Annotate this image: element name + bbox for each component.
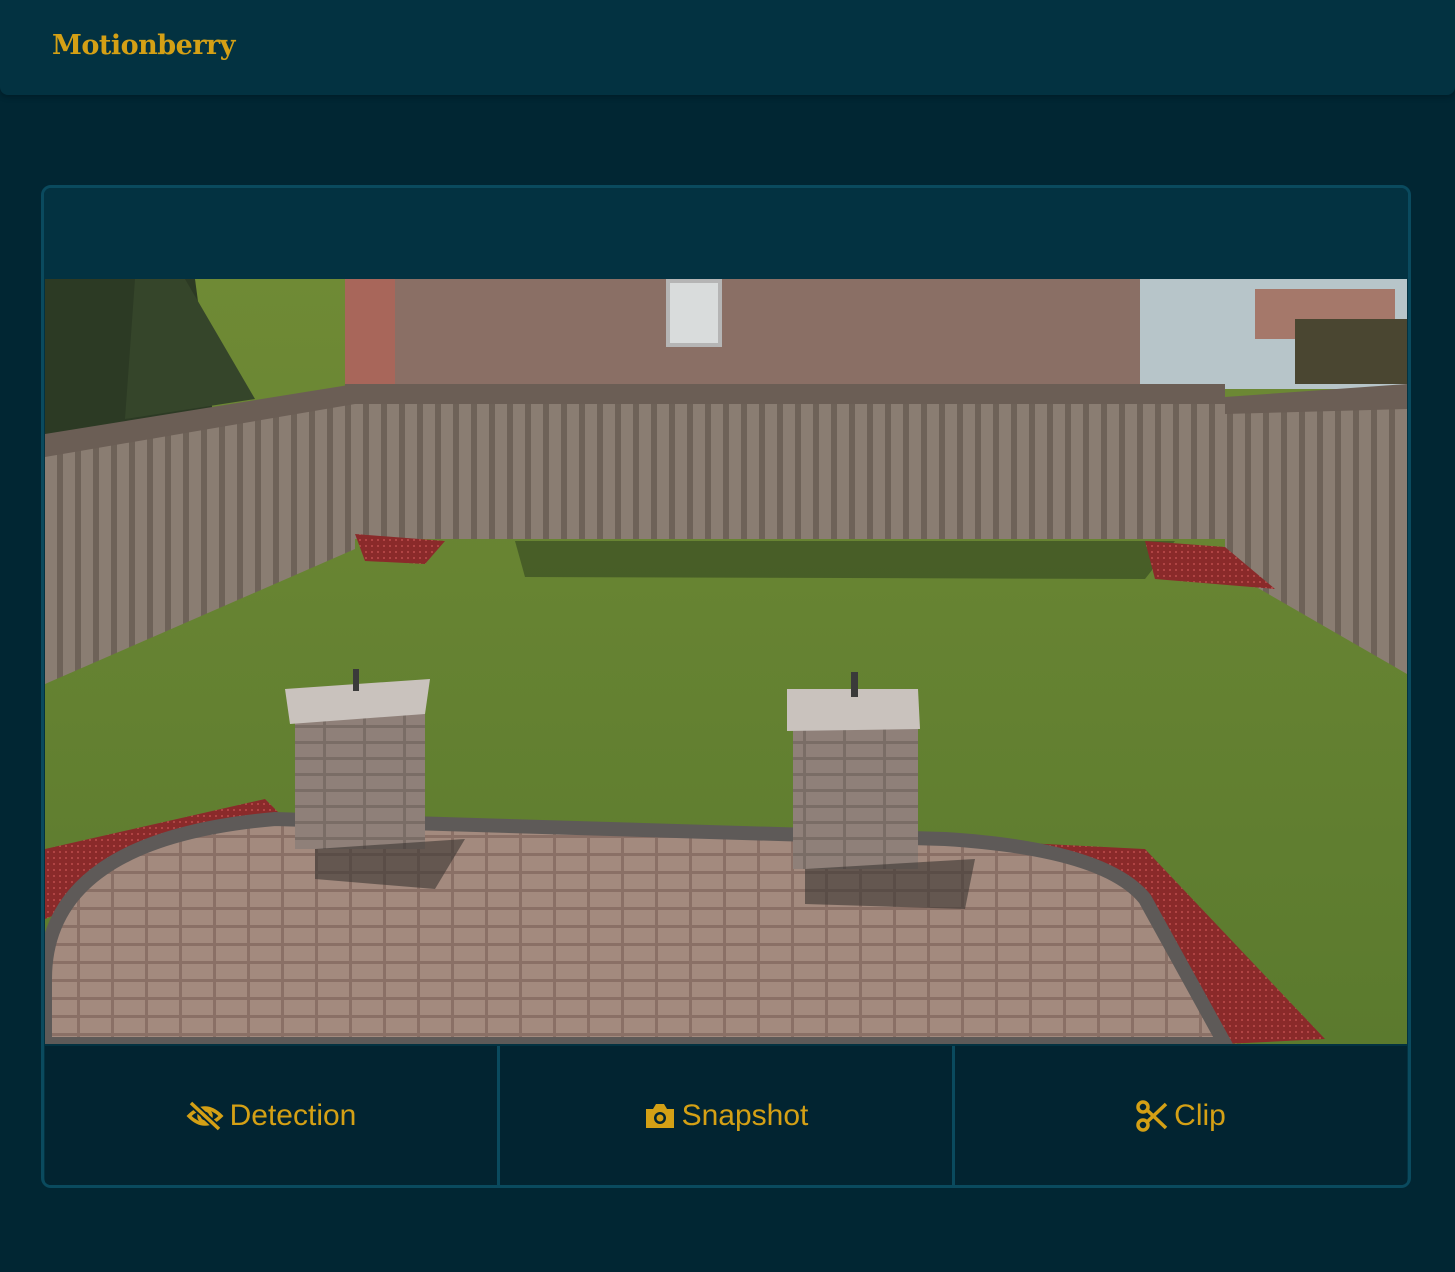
snapshot-button[interactable]: Snapshot — [500, 1046, 955, 1185]
clip-button[interactable]: Clip — [955, 1046, 1407, 1185]
snapshot-button-label: Snapshot — [681, 1098, 809, 1132]
camera-stream — [45, 279, 1407, 1044]
scissors-icon — [1136, 1099, 1168, 1132]
camera-actions: Detection Snapshot Clip — [45, 1046, 1407, 1185]
brand-logo[interactable]: Motionberry — [52, 30, 235, 61]
detection-button-label: Detection — [229, 1098, 357, 1132]
eye-slash-icon — [186, 1099, 224, 1132]
detection-button[interactable]: Detection — [45, 1046, 500, 1185]
camera-card-header — [44, 188, 1408, 279]
clip-button-label: Clip — [1174, 1098, 1226, 1132]
camera-icon — [644, 1102, 676, 1130]
top-navbar: Motionberry — [0, 0, 1455, 95]
camera-card: Detection Snapshot Clip — [41, 185, 1411, 1188]
